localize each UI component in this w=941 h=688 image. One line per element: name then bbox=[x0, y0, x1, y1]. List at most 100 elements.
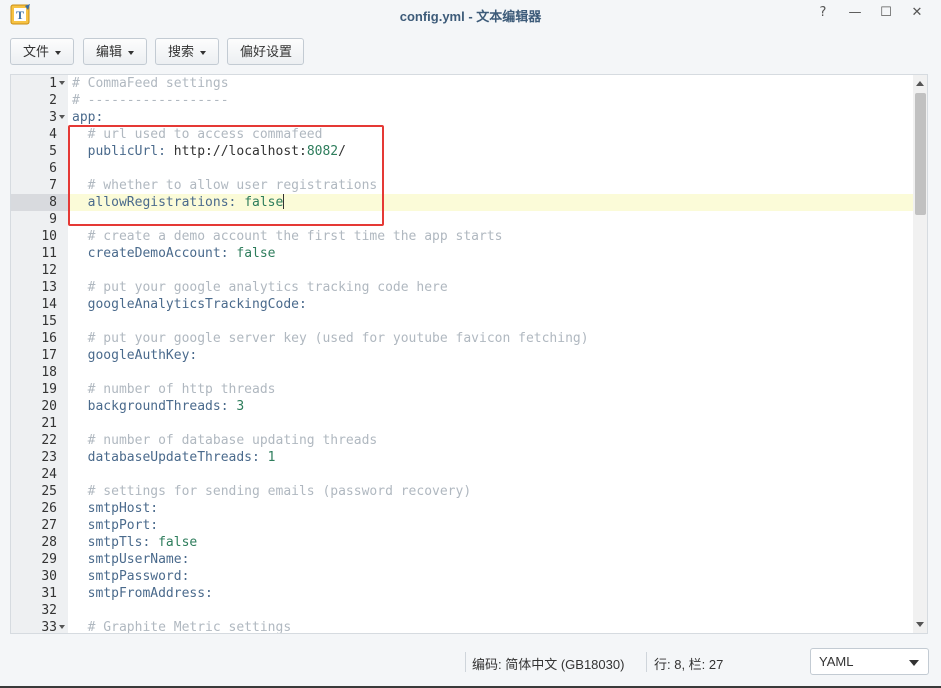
code-token: # create a demo account the first time t… bbox=[72, 229, 503, 244]
code-text: smtpPort: bbox=[72, 517, 158, 534]
code-line[interactable]: 19 # number of http threads bbox=[11, 381, 913, 398]
code-token: databaseUpdateThreads: bbox=[72, 450, 268, 465]
code-text: app: bbox=[72, 109, 103, 126]
code-line[interactable]: 30 smtpPassword: bbox=[11, 568, 913, 585]
edit-menu-button[interactable]: 编辑 bbox=[83, 38, 147, 65]
code-line[interactable]: 31 smtpFromAddress: bbox=[11, 585, 913, 602]
code-line[interactable]: 14 googleAnalyticsTrackingCode: bbox=[11, 296, 913, 313]
chevron-down-icon bbox=[55, 50, 62, 55]
code-line[interactable]: 29 smtpUserName: bbox=[11, 551, 913, 568]
code-line[interactable]: 15 bbox=[11, 313, 913, 330]
code-line[interactable]: 17 googleAuthKey: bbox=[11, 347, 913, 364]
line-number: 5 bbox=[49, 144, 57, 159]
line-number: 27 bbox=[41, 518, 57, 533]
line-number: 19 bbox=[41, 382, 57, 397]
code-token: smtpPassword: bbox=[72, 569, 190, 584]
scrollbar-thumb[interactable] bbox=[915, 93, 926, 215]
code-line[interactable]: 20 backgroundThreads: 3 bbox=[11, 398, 913, 415]
code-text: googleAnalyticsTrackingCode: bbox=[72, 296, 307, 313]
line-number: 11 bbox=[41, 246, 57, 261]
code-text: # number of http threads bbox=[72, 381, 276, 398]
scroll-up-icon[interactable] bbox=[916, 81, 924, 86]
line-number: 9 bbox=[49, 212, 57, 227]
scroll-down-icon[interactable] bbox=[916, 622, 924, 627]
file-menu-button[interactable]: 文件 bbox=[10, 38, 74, 65]
line-number: 21 bbox=[41, 416, 57, 431]
code-token: # Graphite Metric settings bbox=[72, 620, 292, 634]
line-number: 28 bbox=[41, 535, 57, 550]
line-number: 24 bbox=[41, 467, 57, 482]
code-token: # number of database updating threads bbox=[72, 433, 378, 448]
encoding-status: 编码: 简体中文 (GB18030) bbox=[472, 657, 625, 672]
fold-toggle-icon[interactable] bbox=[59, 115, 65, 119]
code-text: # put your google analytics tracking cod… bbox=[72, 279, 448, 296]
code-line[interactable]: 10 # create a demo account the first tim… bbox=[11, 228, 913, 245]
code-token: false bbox=[158, 535, 198, 550]
line-number: 26 bbox=[41, 501, 57, 516]
help-icon[interactable]: ? bbox=[813, 4, 833, 22]
status-bar: 编码: 简体中文 (GB18030) 行: 8, 栏: 27 YAML bbox=[0, 646, 941, 676]
line-number: 22 bbox=[41, 433, 57, 448]
line-number: 2 bbox=[49, 93, 57, 108]
code-token: # put your google analytics tracking cod… bbox=[72, 280, 448, 295]
preferences-button[interactable]: 偏好设置 bbox=[227, 38, 304, 65]
minimize-icon[interactable]: — bbox=[845, 4, 865, 22]
code-line[interactable]: 11 createDemoAccount: false bbox=[11, 245, 913, 262]
line-number: 20 bbox=[41, 399, 57, 414]
search-menu-button[interactable]: 搜索 bbox=[155, 38, 219, 65]
status-divider bbox=[646, 652, 647, 672]
file-menu-label: 文件 bbox=[23, 44, 50, 59]
line-number: 10 bbox=[41, 229, 57, 244]
search-menu-label: 搜索 bbox=[168, 44, 195, 59]
line-number: 31 bbox=[41, 586, 57, 601]
line-number: 23 bbox=[41, 450, 57, 465]
code-line[interactable]: 22 # number of database updating threads bbox=[11, 432, 913, 449]
code-line[interactable]: 26 smtpHost: bbox=[11, 500, 913, 517]
language-select[interactable]: YAML bbox=[810, 648, 929, 675]
code-line[interactable]: 25 # settings for sending emails (passwo… bbox=[11, 483, 913, 500]
status-divider bbox=[465, 652, 466, 672]
code-line[interactable]: 27 smtpPort: bbox=[11, 517, 913, 534]
code-line[interactable]: 21 bbox=[11, 415, 913, 432]
code-token: smtpFromAddress: bbox=[72, 586, 213, 601]
code-token: smtpHost: bbox=[72, 501, 159, 516]
code-line[interactable]: 28 smtpTls: false bbox=[11, 534, 913, 551]
line-number: 6 bbox=[49, 161, 57, 176]
line-number: 32 bbox=[41, 603, 57, 618]
code-line[interactable]: 2 # ------------------ bbox=[11, 92, 913, 109]
language-select-value: YAML bbox=[819, 654, 854, 669]
code-token: 3 bbox=[236, 399, 245, 414]
cursor-position-status: 行: 8, 栏: 27 bbox=[654, 657, 724, 672]
code-token: false bbox=[236, 246, 276, 261]
code-line[interactable]: 32 bbox=[11, 602, 913, 619]
code-line[interactable]: 23 databaseUpdateThreads: 1 bbox=[11, 449, 913, 466]
code-line[interactable]: 12 bbox=[11, 262, 913, 279]
code-text: smtpFromAddress: bbox=[72, 585, 213, 602]
code-line[interactable]: 16 # put your google server key (used fo… bbox=[11, 330, 913, 347]
code-text: smtpPassword: bbox=[72, 568, 190, 585]
line-number: 29 bbox=[41, 552, 57, 567]
code-line[interactable]: 13 # put your google analytics tracking … bbox=[11, 279, 913, 296]
vertical-scrollbar[interactable] bbox=[913, 75, 927, 633]
code-line[interactable]: 33 # Graphite Metric settings bbox=[11, 619, 913, 634]
line-number: 25 bbox=[41, 484, 57, 499]
fold-toggle-icon[interactable] bbox=[59, 625, 65, 629]
chevron-down-icon bbox=[128, 50, 135, 55]
code-token: backgroundThreads: bbox=[72, 399, 237, 414]
code-line[interactable]: 24 bbox=[11, 466, 913, 483]
line-number: 8 bbox=[49, 195, 57, 210]
code-line[interactable]: 3 app: bbox=[11, 109, 913, 126]
line-number: 12 bbox=[41, 263, 57, 278]
line-number: 13 bbox=[41, 280, 57, 295]
code-text: createDemoAccount: false bbox=[72, 245, 276, 262]
line-number: 1 bbox=[49, 76, 57, 91]
maximize-icon[interactable]: ☐ bbox=[876, 4, 896, 22]
annotation-highlight-box bbox=[68, 125, 384, 226]
code-line[interactable]: 1 # CommaFeed settings bbox=[11, 75, 913, 92]
code-editor[interactable]: 1 # CommaFeed settings 2 # ----------------… bbox=[10, 74, 928, 634]
close-icon[interactable]: ✕ bbox=[907, 4, 927, 22]
title-bar: T config.yml - 文本编辑器 ? — ☐ ✕ bbox=[0, 0, 941, 28]
fold-toggle-icon[interactable] bbox=[59, 81, 65, 85]
code-line[interactable]: 18 bbox=[11, 364, 913, 381]
chevron-down-icon bbox=[200, 50, 207, 55]
